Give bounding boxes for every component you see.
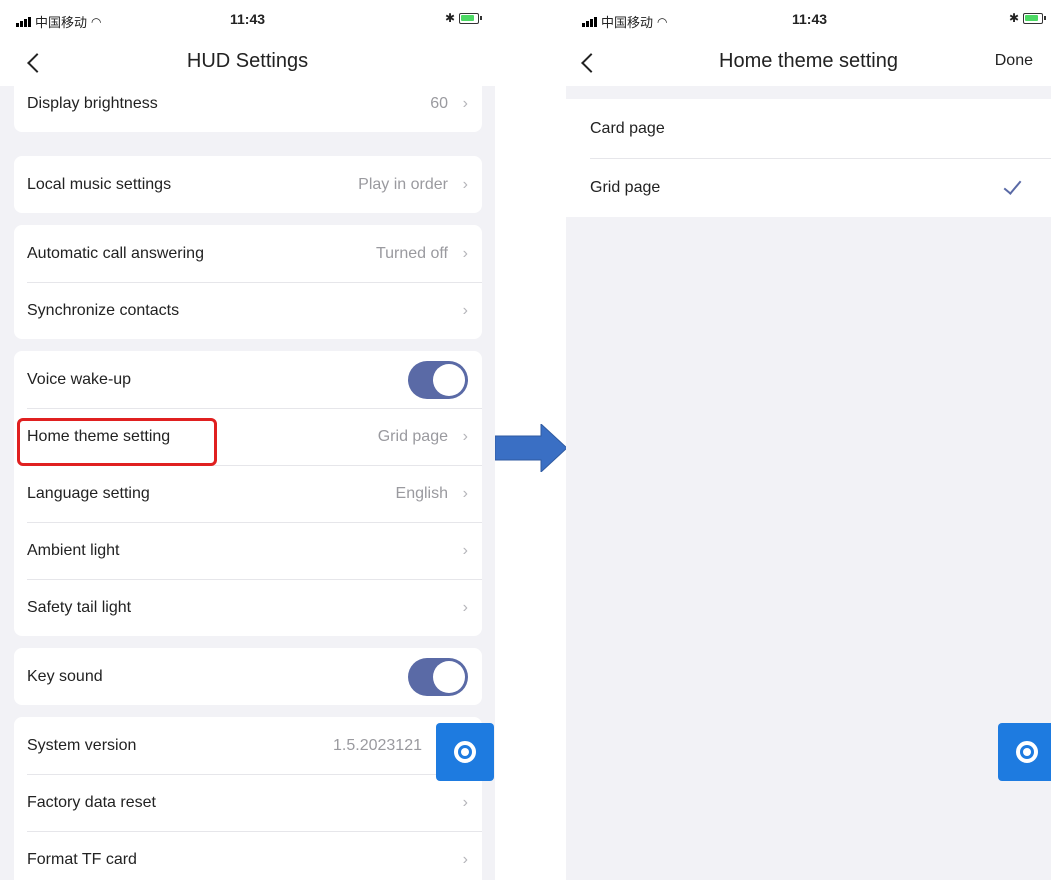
row-ambient-light[interactable]: Ambient light › <box>14 522 482 579</box>
row-label: Ambient light <box>27 541 120 559</box>
theme-options-list: Card page Grid page <box>566 99 1051 217</box>
checkmark-icon <box>1001 176 1025 200</box>
row-value: 1.5.2023121 <box>333 736 422 754</box>
row-key-sound: Key sound <box>14 648 482 705</box>
bluetooth-icon: ✱ <box>1009 11 1020 25</box>
row-value: 60 <box>430 94 448 112</box>
nav-bar: Home theme setting Done <box>566 40 1051 86</box>
page-title: Home theme setting <box>719 50 898 72</box>
wifi-icon: ◠ <box>91 14 102 29</box>
status-time: 11:43 <box>792 11 828 27</box>
key-sound-toggle[interactable] <box>408 657 468 696</box>
row-label: Voice wake-up <box>27 370 132 388</box>
chevron-right-icon: › <box>462 541 468 559</box>
chevron-right-icon: › <box>462 793 468 811</box>
row-label: Safety tail light <box>27 598 132 616</box>
battery-icon <box>1023 12 1047 24</box>
carrier-label: 中国移动 <box>601 16 654 31</box>
row-local-music-settings[interactable]: Local music settings Play in order › <box>14 156 482 213</box>
row-display-brightness[interactable]: Display brightness 60 › <box>14 75 482 132</box>
chevron-right-icon: › <box>462 244 468 262</box>
row-label: Key sound <box>27 667 103 685</box>
chevron-right-icon: › <box>462 598 468 616</box>
row-label: Automatic call answering <box>27 244 204 262</box>
row-value: Turned off <box>375 244 448 262</box>
settings-group-calls: Automatic call answering Turned off › Sy… <box>14 225 482 339</box>
status-bar: 中国移动 ◠ 11:43 ✱ <box>0 0 495 40</box>
settings-group-system: System version 1.5.2023121 Factory data … <box>14 717 482 880</box>
row-value: English <box>395 484 448 502</box>
floating-action-button[interactable] <box>998 723 1051 781</box>
floating-action-button[interactable] <box>436 723 494 781</box>
settings-group-key-sound: Key sound <box>14 648 482 705</box>
row-synchronize-contacts[interactable]: Synchronize contacts › <box>14 282 482 339</box>
row-factory-data-reset[interactable]: Factory data reset › <box>14 774 482 831</box>
hud-settings-screen: 中国移动 ◠ 11:43 ✱ HUD Settings Display brig… <box>0 0 495 880</box>
row-voice-wake-up: Voice wake-up <box>14 351 482 408</box>
bluetooth-icon: ✱ <box>445 11 456 25</box>
row-value: Play in order <box>358 175 448 193</box>
chevron-right-icon: › <box>462 94 468 112</box>
battery-icon <box>459 12 483 24</box>
assistive-touch-icon <box>454 741 476 763</box>
chevron-right-icon: › <box>462 427 468 445</box>
signal-icon <box>16 16 31 27</box>
row-label: Synchronize contacts <box>27 301 180 319</box>
option-grid-page[interactable]: Grid page <box>566 158 1051 217</box>
voice-wake-up-toggle[interactable] <box>408 360 468 399</box>
row-label: Language setting <box>27 484 150 502</box>
row-label: Factory data reset <box>27 793 156 811</box>
option-label: Card page <box>590 119 665 137</box>
row-language-setting[interactable]: Language setting English › <box>14 465 482 522</box>
row-format-tf-card[interactable]: Format TF card › <box>14 831 482 880</box>
done-button[interactable]: Done <box>995 52 1033 70</box>
settings-group-music: Local music settings Play in order › <box>14 156 482 213</box>
row-safety-tail-light[interactable]: Safety tail light › <box>14 579 482 636</box>
row-label: System version <box>27 736 137 754</box>
row-label: Format TF card <box>27 850 137 868</box>
row-value: Grid page <box>377 427 448 445</box>
status-bar: 中国移动 ◠ 11:43 ✱ <box>566 0 1051 40</box>
page-title: HUD Settings <box>186 50 309 72</box>
signal-icon <box>582 16 597 27</box>
assistive-touch-icon <box>1016 741 1038 763</box>
status-time: 11:43 <box>230 11 266 27</box>
chevron-right-icon: › <box>462 175 468 193</box>
row-label: Display brightness <box>27 94 158 112</box>
transition-arrow-icon <box>495 424 567 472</box>
carrier-label: 中国移动 <box>35 16 88 31</box>
wifi-icon: ◠ <box>657 14 668 29</box>
chevron-right-icon: › <box>462 484 468 502</box>
option-label: Grid page <box>590 178 661 196</box>
highlight-box <box>17 418 217 466</box>
home-theme-screen: 中国移动 ◠ 11:43 ✱ Home theme setting Done C… <box>566 0 1051 880</box>
option-card-page[interactable]: Card page <box>566 99 1051 158</box>
chevron-right-icon: › <box>462 850 468 868</box>
row-label: Local music settings <box>27 175 172 193</box>
settings-group-general: Voice wake-up Home theme setting Grid pa… <box>14 351 482 636</box>
chevron-right-icon: › <box>462 301 468 319</box>
row-system-version: System version 1.5.2023121 <box>14 717 482 774</box>
row-automatic-call-answering[interactable]: Automatic call answering Turned off › <box>14 225 482 282</box>
settings-group-brightness: Display brightness 60 › <box>14 75 482 132</box>
